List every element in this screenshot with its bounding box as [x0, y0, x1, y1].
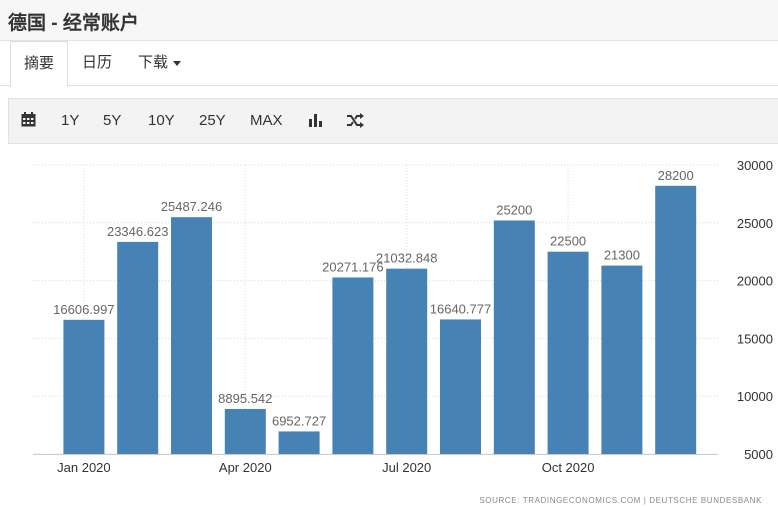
bar-value-label: 8895.542: [218, 391, 272, 406]
range-10y-button[interactable]: 10Y: [148, 99, 175, 143]
bar-value-label: 25200: [496, 202, 532, 217]
bar-value-label: 28200: [658, 168, 694, 183]
bar: [332, 277, 374, 454]
bar-value-label: 21300: [604, 248, 640, 263]
range-1y-button[interactable]: 1Y: [61, 99, 79, 143]
bar-value-label: 21032.848: [376, 251, 437, 266]
title-bar: 德国 - 经常账户: [0, 0, 778, 41]
bar: [547, 251, 589, 454]
y-tick-label: 5000: [744, 447, 773, 462]
bar-value-label: 16640.777: [430, 301, 491, 316]
bar-value-label: 6952.727: [272, 413, 326, 428]
tab-bar: 摘要 日历 下载: [0, 41, 778, 87]
tab-summary[interactable]: 摘要: [10, 41, 69, 87]
bar-value-label: 22500: [550, 234, 586, 249]
bar: [601, 265, 643, 454]
calendar-icon[interactable]: [21, 112, 36, 127]
bar: [278, 431, 320, 454]
source-note: SOURCE: TRADINGECONOMICS.COM | DEUTSCHE …: [479, 496, 762, 505]
chart-area: 5000 10000 15000 20000 25000 30000 16606.997 23…: [0, 143, 778, 510]
y-tick-label: 10000: [737, 389, 773, 404]
bar: [386, 268, 428, 454]
range-max-button[interactable]: MAX: [250, 99, 283, 143]
caret-down-icon: [173, 60, 182, 66]
x-tick-label: Jul 2020: [382, 460, 431, 475]
bar-value-label: 25487.246: [161, 199, 222, 214]
range-5y-button[interactable]: 5Y: [103, 99, 121, 143]
bar: [117, 241, 159, 454]
bar-chart: 5000 10000 15000 20000 25000 30000 16606.997 23…: [33, 158, 773, 475]
y-tick-label: 30000: [737, 158, 773, 173]
page-title: 德国 - 经常账户: [8, 13, 139, 34]
y-tick-label: 20000: [737, 274, 773, 289]
bar: [655, 185, 697, 455]
x-tick-label: Oct 2020: [542, 460, 595, 475]
bar: [224, 408, 266, 454]
y-tick-label: 15000: [737, 331, 773, 346]
bar-value-label: 16606.997: [53, 302, 114, 317]
bar: [171, 217, 212, 454]
bar: [440, 319, 481, 454]
bar-value-label: 23346.623: [107, 224, 168, 239]
bar: [493, 220, 535, 454]
tab-download[interactable]: 下载: [138, 41, 182, 85]
x-tick-label: Apr 2020: [219, 460, 272, 475]
x-tick-label: Jan 2020: [57, 460, 111, 475]
shuffle-icon[interactable]: [346, 113, 364, 128]
bar: [63, 319, 105, 454]
range-25y-button[interactable]: 25Y: [199, 99, 226, 143]
bar-chart-icon[interactable]: [308, 113, 323, 128]
chart-toolbar: 1Y 5Y 10Y 25Y MAX: [8, 98, 778, 144]
tab-calendar[interactable]: 日历: [82, 41, 112, 85]
bar-value-label: 20271.176: [322, 259, 383, 274]
y-tick-label: 25000: [737, 216, 773, 231]
tab-download-label: 下载: [138, 54, 169, 71]
